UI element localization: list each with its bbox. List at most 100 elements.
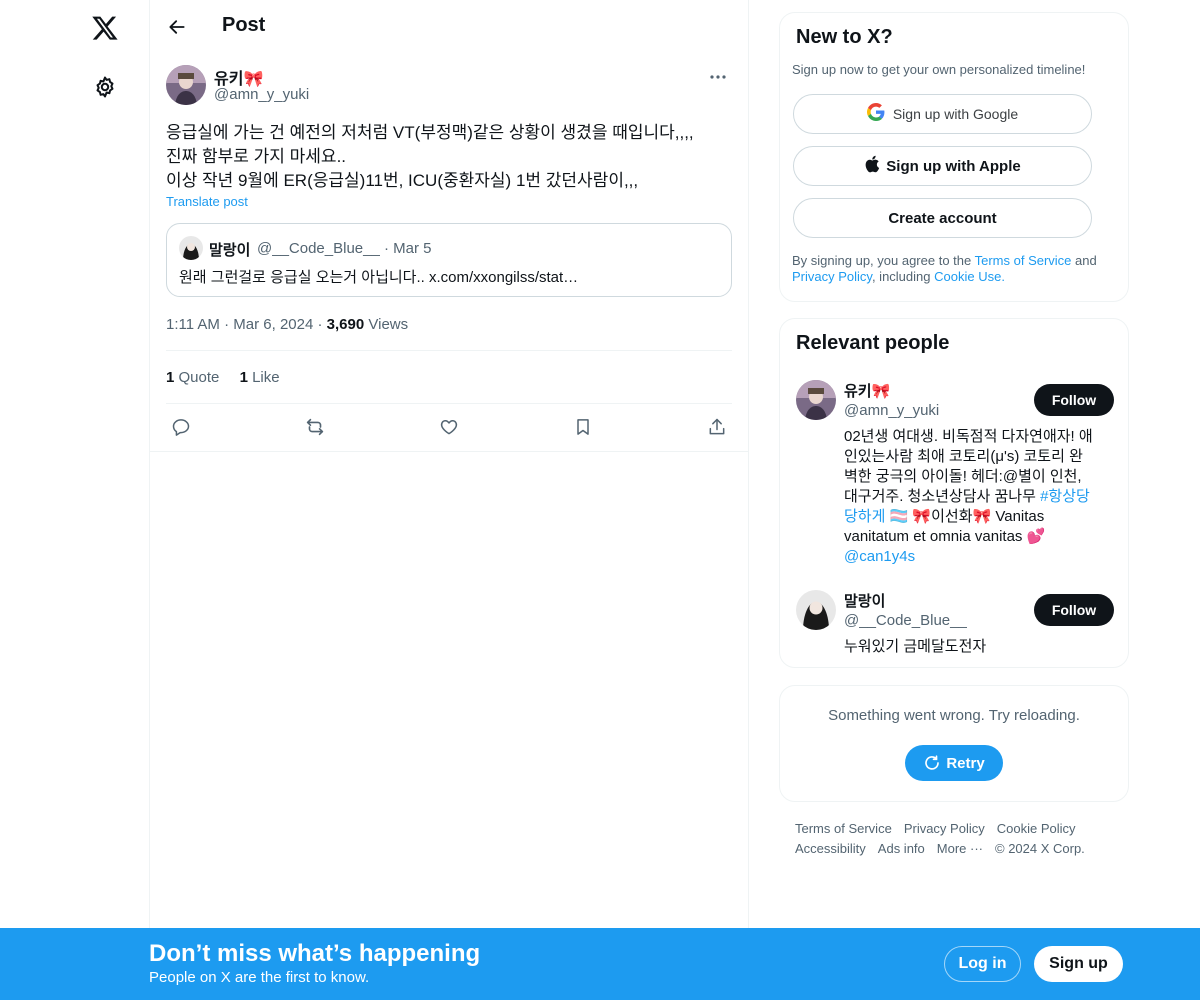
banner-subtitle: People on X are the first to know. [149, 969, 370, 986]
legal-text: and [1071, 253, 1097, 268]
footer-link[interactable]: More ··· [937, 841, 983, 856]
terms-link[interactable]: Terms of Service [975, 253, 1072, 268]
likes-stat[interactable]: 1 Like [240, 369, 280, 386]
likes-label: Like [252, 369, 280, 386]
post-time[interactable]: 1:11 AM [166, 316, 220, 333]
bio-line: 대구거주. 청소년상담사 꿈나무 #항상당 [844, 487, 1114, 507]
post-author: 유키🎀 @amn_y_yuki [166, 65, 732, 107]
mention-link[interactable]: @can1y4s [844, 547, 1114, 567]
footer-link[interactable]: Ads info [878, 841, 925, 856]
person-bio: 누워있기 금메달도전자 [844, 638, 987, 655]
separator: · [384, 240, 389, 257]
main-column: Post 유키🎀 @amn_y_yuki 응급실에 가는 건 예전의 저처럼 V… [150, 0, 749, 1000]
quote-author-name: 말랑이 [209, 242, 251, 259]
person-handle[interactable]: @amn_y_yuki [844, 402, 939, 419]
separator: · [224, 316, 230, 333]
reply-icon[interactable] [166, 412, 196, 442]
banner-title: Don’t miss what’s happening [149, 940, 481, 967]
divider [166, 403, 732, 404]
retry-button[interactable]: Retry [905, 745, 1003, 781]
post-line: 응급실에 가는 건 예전의 저처럼 VT(부정맥)같은 상황이 생겼을 때입니다… [166, 123, 694, 142]
privacy-link[interactable]: Privacy Policy [792, 269, 872, 284]
signup-button[interactable]: Sign up [1034, 946, 1123, 982]
apple-signup-label: Sign up with Apple [886, 157, 1021, 175]
follow-button[interactable]: Follow [1034, 594, 1114, 626]
error-card: Something went wrong. Try reloading. Ret… [779, 685, 1129, 802]
person-name[interactable]: 말랑이 [844, 590, 885, 611]
error-message: Something went wrong. Try reloading. [828, 707, 1080, 724]
apple-signup-button[interactable]: Sign up with Apple [793, 146, 1092, 186]
footer-link[interactable]: Terms of Service [795, 821, 892, 836]
person-item[interactable]: 말랑이 @__Code_Blue__ Follow 누워있기 금메달도전자 [796, 590, 1114, 660]
back-arrow-icon[interactable] [162, 12, 192, 42]
bio-text: 대구거주. 청소년상담사 꿈나무 [844, 488, 1041, 505]
left-nav [0, 0, 150, 1000]
relevant-people-card: Relevant people 유키🎀 @amn_y_yuki Follow 0… [779, 318, 1129, 668]
like-icon[interactable] [434, 412, 464, 442]
divider [150, 451, 749, 452]
share-icon[interactable] [702, 412, 732, 442]
person-item[interactable]: 유키🎀 @amn_y_yuki Follow 02년생 여대생. 비독점적 다자… [796, 380, 1114, 570]
follow-button[interactable]: Follow [1034, 384, 1114, 416]
more-options-icon[interactable] [706, 67, 730, 87]
post-stats: 1 Quote 1 Like [166, 369, 280, 386]
signup-legal-text: By signing up, you agree to the Terms of… [792, 253, 1112, 285]
quotes-count: 1 [166, 369, 175, 386]
bio-line: 02년생 여대생. 비독점적 다자연애자! 애 [844, 428, 1093, 445]
divider [166, 350, 732, 351]
signup-banner: Don’t miss what’s happening People on X … [0, 928, 1200, 1000]
relevant-people-title: Relevant people [796, 332, 950, 354]
repost-icon[interactable] [300, 412, 330, 442]
page-title: Post [222, 14, 266, 36]
gear-icon[interactable] [91, 73, 119, 101]
avatar[interactable] [166, 65, 206, 105]
quote-author-handle: @__Code_Blue__ [257, 240, 380, 257]
signup-title: New to X? [796, 26, 893, 48]
legal-text: By signing up, you agree to the [792, 253, 975, 268]
bookmark-icon[interactable] [568, 412, 598, 442]
google-signup-label: Sign up with Google [892, 106, 1019, 122]
bio-line: 벽한 궁극의 아이돌! 헤더:@별이 인천, [844, 468, 1082, 485]
google-icon [866, 103, 885, 125]
create-account-button[interactable]: Create account [793, 198, 1092, 238]
quote-date: Mar 5 [393, 240, 432, 257]
views-count: 3,690 [326, 316, 365, 333]
avatar[interactable] [796, 590, 836, 630]
footer-link[interactable]: Cookie Policy [997, 821, 1076, 836]
avatar[interactable] [796, 380, 836, 420]
refresh-icon [923, 754, 941, 772]
footer-link[interactable]: Privacy Policy [904, 821, 985, 836]
author-handle[interactable]: @amn_y_yuki [214, 86, 309, 103]
quote-text: 원래 그런걸로 응급실 오는거 아닙니다.. x.com/xxongilss/s… [179, 269, 579, 286]
copyright: © 2024 X Corp. [995, 841, 1085, 856]
post-meta: 1:11 AM · Mar 6, 2024 · 3,690 Views [166, 316, 408, 333]
quote-meta: @__Code_Blue__ · Mar 5 [257, 240, 432, 257]
hashtag-link[interactable]: 당하게 [844, 508, 885, 525]
post-actions [166, 412, 732, 442]
post-date[interactable]: Mar 6, 2024 [233, 316, 313, 333]
signup-card: New to X? Sign up now to get your own pe… [779, 12, 1129, 302]
cookie-link[interactable]: Cookie Use [934, 269, 1001, 284]
footer-link[interactable]: Accessibility [795, 841, 866, 856]
person-handle[interactable]: @__Code_Blue__ [844, 612, 967, 629]
x-logo-icon[interactable] [89, 12, 121, 44]
views-label: Views [368, 316, 409, 333]
separator: · [317, 316, 323, 333]
signup-subtitle: Sign up now to get your own personalized… [792, 62, 1086, 77]
person-name[interactable]: 유키🎀 [844, 380, 890, 401]
avatar [179, 236, 203, 260]
legal-text: . [1001, 269, 1005, 284]
hashtag-link[interactable]: #항상당 [1040, 488, 1090, 505]
bio-line: 당하게 🏳️‍⚧️ 🎀이선화🎀 Vanitas [844, 507, 1114, 527]
quoted-post[interactable]: 말랑이 @__Code_Blue__ · Mar 5 원래 그런걸로 응급실 오… [166, 223, 732, 297]
create-account-label: Create account [888, 209, 997, 227]
login-button[interactable]: Log in [944, 946, 1021, 982]
quotes-stat[interactable]: 1 Quote [166, 369, 219, 386]
post-line: 이상 작년 9월에 ER(응급실)11번, ICU(중환자실) 1번 갔던사람이… [166, 171, 639, 190]
post-text: 응급실에 가는 건 예전의 저처럼 VT(부정맥)같은 상황이 생겼을 때입니다… [166, 121, 736, 193]
translate-post-link[interactable]: Translate post [166, 194, 248, 209]
google-signup-button[interactable]: Sign up with Google [793, 94, 1092, 134]
apple-icon [864, 155, 880, 177]
likes-count: 1 [239, 369, 248, 386]
person-bio: 02년생 여대생. 비독점적 다자연애자! 애 인있는사람 최애 코토리(μ's… [844, 427, 1114, 567]
